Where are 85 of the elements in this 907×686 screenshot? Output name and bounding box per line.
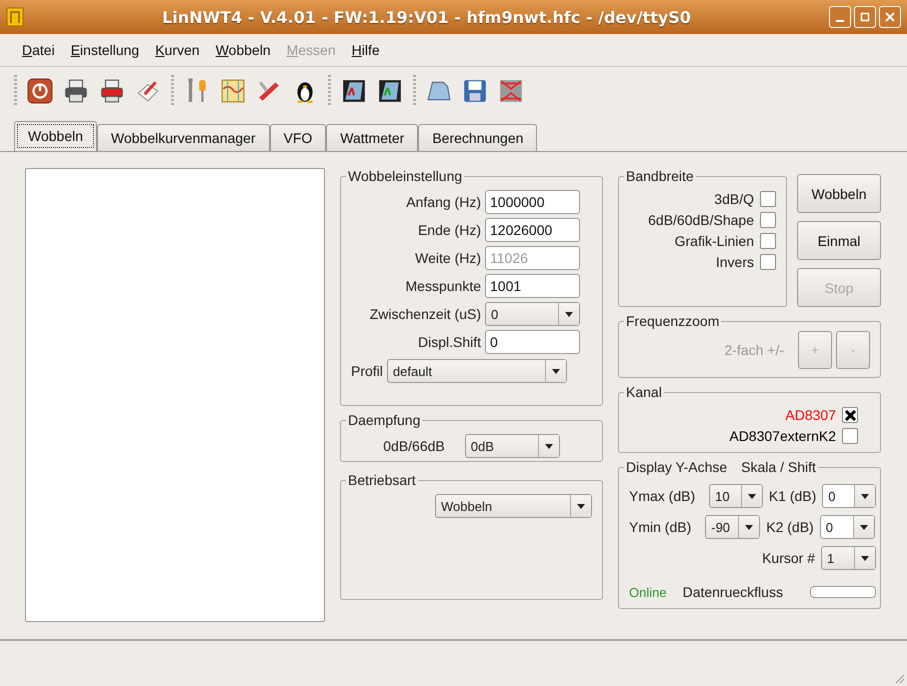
dropdown[interactable]: 0 xyxy=(485,302,580,326)
window-title: LinNWT4 - V.4.01 - FW:1.19:V01 - hfm9nwt.hfc - /dev/ttyS0 xyxy=(161,8,692,26)
checkbox-label: Invers xyxy=(716,254,754,270)
menu-item[interactable]: Einstellung xyxy=(62,42,148,58)
field-label: Anfang (Hz) xyxy=(406,194,481,210)
group-title: Frequenzzoom xyxy=(625,313,720,329)
field-label: Profil xyxy=(351,363,383,379)
caret-icon xyxy=(860,524,868,530)
tab[interactable]: Wobbelkurvenmanager xyxy=(97,124,270,151)
menu-item[interactable]: Datei xyxy=(14,42,63,58)
field-label: Displ.Shift xyxy=(418,334,481,350)
field-label: 0dB/66dB xyxy=(383,438,445,454)
resize-grip-icon[interactable] xyxy=(893,672,905,684)
checkbox[interactable] xyxy=(842,407,858,423)
caret-icon xyxy=(861,494,869,498)
caret-icon xyxy=(544,444,553,448)
group-title: Kanal xyxy=(625,384,663,400)
group-subtitle: Skala / Shift xyxy=(741,459,816,475)
input-field[interactable]: 0 xyxy=(485,330,580,354)
checkbox[interactable] xyxy=(760,254,776,270)
tab[interactable]: Wattmeter xyxy=(326,124,418,151)
menu-item[interactable]: Hilfe xyxy=(344,42,388,58)
tab[interactable]: VFO xyxy=(270,124,326,151)
status-text: Online xyxy=(629,584,667,600)
dropdown[interactable]: -90 xyxy=(705,515,760,539)
minimize-button[interactable] xyxy=(829,6,851,28)
group-title: Betriebsart xyxy=(347,472,417,488)
checkbox[interactable] xyxy=(760,233,776,249)
save-icon[interactable] xyxy=(462,78,488,104)
minimize-icon xyxy=(836,20,844,22)
field-label: Weite (Hz) xyxy=(415,250,481,266)
checkbox-label: AD8307 xyxy=(785,407,836,423)
field-label: Ymax (dB) xyxy=(629,488,696,504)
maximize-icon xyxy=(860,12,870,22)
dropdown[interactable]: 0dB xyxy=(464,434,560,458)
chart-icon[interactable] xyxy=(220,78,246,104)
action-button[interactable]: Einmal xyxy=(797,221,881,260)
caret-icon xyxy=(861,556,869,560)
maximize-button[interactable] xyxy=(854,6,876,28)
checkbox-label: AD8307externK2 xyxy=(729,428,836,444)
caret-icon xyxy=(748,494,756,498)
field-label: K2 (dB) xyxy=(766,519,814,535)
cross-icon xyxy=(844,410,856,420)
dropdown[interactable]: Wobbeln xyxy=(435,494,592,518)
close-button[interactable] xyxy=(879,6,901,28)
group-title: Bandbreite xyxy=(625,168,695,184)
checkbox[interactable] xyxy=(760,212,776,228)
input-field[interactable]: 1000000 xyxy=(485,190,580,214)
printer-icon[interactable] xyxy=(63,78,89,104)
group-title: Wobbeleinstellung xyxy=(347,168,464,184)
power-icon[interactable] xyxy=(27,78,53,104)
menu-item[interactable]: Kurven xyxy=(147,42,208,58)
tab[interactable]: Wobbeln xyxy=(14,121,98,151)
group-title: Daempfung xyxy=(347,412,422,428)
caret-icon xyxy=(745,524,754,530)
dropdown[interactable]: 1 xyxy=(821,546,876,570)
menu-item[interactable]: Wobbeln xyxy=(208,42,279,58)
pdf-printer-icon[interactable] xyxy=(99,78,125,104)
caret-icon xyxy=(577,504,585,508)
dropdown[interactable]: default xyxy=(386,359,567,383)
caret-icon xyxy=(565,312,573,316)
close-icon xyxy=(885,12,895,22)
checkbox[interactable] xyxy=(760,191,776,207)
field-label: Zwischenzeit (uS) xyxy=(370,306,481,322)
dropdown[interactable]: 10 xyxy=(709,484,763,508)
field-label: Kursor # xyxy=(762,550,815,566)
input-field[interactable]: 12026000 xyxy=(485,218,580,242)
checkbox-label: 3dB/Q xyxy=(714,191,754,207)
combo-field[interactable]: 0 xyxy=(820,515,875,539)
tab[interactable]: Berechnungen xyxy=(418,124,538,151)
caret-icon xyxy=(552,368,560,374)
combo-field[interactable]: 0 xyxy=(822,484,876,508)
checkbox-label: Grafik-Linien xyxy=(674,233,754,249)
zoom-label: 2-fach +/- xyxy=(724,342,784,358)
checkbox-label: 6dB/60dB/Shape xyxy=(648,212,754,228)
app-icon xyxy=(6,7,24,27)
field-label: Datenrueckfluss xyxy=(682,584,783,600)
field-label: K1 (dB) xyxy=(768,488,816,504)
action-button[interactable]: Wobbeln xyxy=(797,174,881,213)
checkbox[interactable] xyxy=(842,428,858,444)
field-label: Messpunkte xyxy=(406,278,481,294)
group-title: Display Y-Achse xyxy=(626,459,728,475)
input-field[interactable]: 1001 xyxy=(485,274,580,298)
field-label: Ymin (dB) xyxy=(629,519,692,535)
field-label: Ende (Hz) xyxy=(418,222,481,238)
